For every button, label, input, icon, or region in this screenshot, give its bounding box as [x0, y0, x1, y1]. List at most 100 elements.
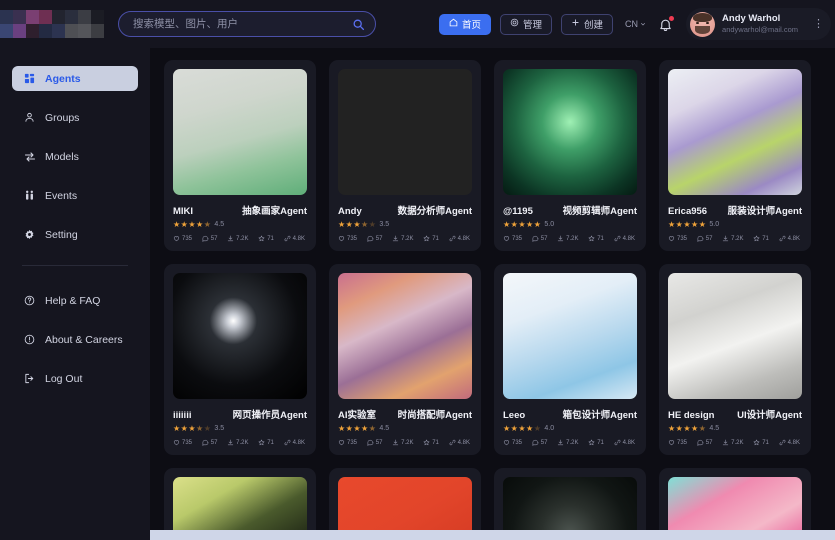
create-button[interactable]: 创建	[561, 13, 614, 35]
agent-stat: 4.8K	[284, 235, 305, 242]
star-outline-icon	[753, 439, 760, 446]
agent-rating-row: ★★★★★ 5.0	[668, 220, 802, 229]
agent-card[interactable]: AI实验室 时尚搭配师Agent ★★★★★ 4.5 735 57 7.2K 7…	[329, 264, 481, 455]
agent-stat: 4.8K	[614, 439, 635, 446]
agent-stat-value: 71	[762, 439, 769, 446]
agent-title-row: HE design UI设计师Agent	[668, 407, 802, 421]
user-profile[interactable]: Andy Warhol andywarhol@mail.com ⋮	[686, 8, 832, 40]
sidebar-item-help-faq[interactable]: Help & FAQ	[12, 288, 138, 313]
agent-stat: 735	[173, 235, 192, 242]
agent-card[interactable]: MIKI 抽象画家Agent ★★★★★ 4.5 735 57 7.2K 71 …	[164, 60, 316, 251]
agent-stat: 71	[258, 235, 274, 242]
agent-rating-row: ★★★★★ 4.0	[503, 424, 637, 433]
logo[interactable]	[0, 10, 104, 38]
agent-stat-value: 7.2K	[566, 439, 579, 446]
star-outline-icon	[423, 439, 430, 446]
manage-button[interactable]: 管理	[500, 13, 553, 35]
agent-card[interactable]: @1195 视频剪辑师Agent ★★★★★ 5.0 735 57 7.2K 7…	[494, 60, 646, 251]
agent-stat: 735	[503, 235, 522, 242]
agent-stat: 7.2K	[227, 439, 248, 446]
grid-squares-icon	[23, 73, 36, 84]
notifications-button[interactable]	[658, 15, 675, 32]
sidebar-item-setting[interactable]: Setting	[12, 222, 138, 247]
search-icon[interactable]	[352, 18, 365, 31]
sidebar-item-log-out[interactable]: Log Out	[12, 366, 138, 391]
agent-card[interactable]: Erica956 服装设计师Agent ★★★★★ 5.0 735 57 7.2…	[659, 60, 811, 251]
sidebar-label-help-faq: Help & FAQ	[45, 294, 101, 307]
agent-thumbnail[interactable]	[668, 69, 802, 195]
comment-icon	[202, 439, 209, 446]
agent-stat: 4.8K	[449, 439, 470, 446]
star-outline-icon	[588, 235, 595, 242]
agent-rating-value: 4.5	[709, 425, 720, 432]
agent-stat: 7.2K	[227, 235, 248, 242]
agent-name: AI实验室	[338, 410, 377, 421]
agent-name: Leeo	[503, 410, 526, 421]
sidebar-item-agents[interactable]: Agents	[12, 66, 138, 91]
agent-stat: 735	[173, 439, 192, 446]
profile-menu-button[interactable]: ⋮	[813, 19, 824, 29]
link-icon	[779, 439, 786, 446]
agent-stat: 71	[753, 235, 769, 242]
download-icon	[227, 439, 234, 446]
agent-stat-value: 735	[512, 235, 523, 242]
agent-rating-value: 4.5	[214, 221, 225, 228]
agent-stat-value: 71	[267, 235, 274, 242]
agent-stat-value: 4.8K	[292, 235, 305, 242]
agent-card-grid: MIKI 抽象画家Agent ★★★★★ 4.5 735 57 7.2K 71 …	[164, 60, 835, 540]
agent-stat-value: 57	[705, 235, 713, 242]
agent-title-row: AI实验室 时尚搭配师Agent	[338, 407, 472, 421]
agent-role: 时尚搭配师Agent	[397, 410, 472, 421]
language-selector[interactable]: CN	[625, 19, 646, 29]
star-rating-icon: ★★★★★	[503, 424, 542, 433]
search-box[interactable]	[118, 11, 376, 37]
horizontal-scrollbar[interactable]	[150, 530, 835, 540]
agent-thumbnail[interactable]	[503, 273, 637, 399]
language-label: CN	[625, 19, 639, 29]
top-action-buttons: 首页 管理 创建	[439, 13, 614, 35]
agent-stat-value: 71	[762, 235, 769, 242]
agent-stat-value: 735	[347, 439, 358, 446]
download-icon	[722, 235, 729, 242]
main-content: MIKI 抽象画家Agent ★★★★★ 4.5 735 57 7.2K 71 …	[150, 48, 835, 540]
link-icon	[614, 439, 621, 446]
agent-thumbnail[interactable]	[338, 69, 472, 195]
star-outline-icon	[423, 235, 430, 242]
sidebar-item-models[interactable]: Models	[12, 144, 138, 169]
agent-thumbnail[interactable]	[173, 69, 307, 195]
sidebar-item-events[interactable]: Events	[12, 183, 138, 208]
agent-thumbnail[interactable]	[503, 69, 637, 195]
agent-thumbnail[interactable]	[668, 273, 802, 399]
agent-stat-value: 7.2K	[731, 439, 744, 446]
chevron-down-icon	[640, 19, 646, 29]
agent-stat: 4.8K	[779, 235, 800, 242]
agent-thumbnail[interactable]	[338, 273, 472, 399]
agent-stat-value: 57	[375, 439, 383, 446]
black-helmet-astronaut-image	[173, 273, 307, 399]
agent-stat-value: 7.2K	[401, 439, 414, 446]
agent-thumbnail[interactable]	[173, 273, 307, 399]
heart-icon	[338, 439, 345, 446]
search-input[interactable]	[133, 18, 352, 30]
link-icon	[614, 235, 621, 242]
agent-card[interactable]: Andy 数据分析师Agent ★★★★★ 3.5 735 57 7.2K 71…	[329, 60, 481, 251]
agent-card[interactable]: iiiiiii 网页操作员Agent ★★★★★ 3.5 735 57 7.2K…	[164, 264, 316, 455]
download-icon	[557, 235, 564, 242]
agent-name: Erica956	[668, 206, 708, 217]
agent-card[interactable]: Leeo 箱包设计师Agent ★★★★★ 4.0 735 57 7.2K 71…	[494, 264, 646, 455]
agent-stat-value: 4.8K	[622, 439, 635, 446]
sidebar-label-about-careers: About & Careers	[45, 333, 123, 346]
link-icon	[284, 235, 291, 242]
comment-icon	[367, 235, 374, 242]
agent-stat-value: 4.8K	[292, 439, 305, 446]
heart-icon	[173, 235, 180, 242]
agent-stat: 735	[668, 235, 687, 242]
home-button[interactable]: 首页	[439, 13, 492, 35]
agent-rating-row: ★★★★★ 3.5	[338, 220, 472, 229]
sidebar: Agents Groups Models Events Setting Help…	[0, 48, 150, 540]
sidebar-item-about-careers[interactable]: About & Careers	[12, 327, 138, 352]
agent-stat-value: 57	[375, 235, 383, 242]
agent-card[interactable]: HE design UI设计师Agent ★★★★★ 4.5 735 57 7.…	[659, 264, 811, 455]
agent-stat-value: 735	[677, 439, 688, 446]
sidebar-item-groups[interactable]: Groups	[12, 105, 138, 130]
